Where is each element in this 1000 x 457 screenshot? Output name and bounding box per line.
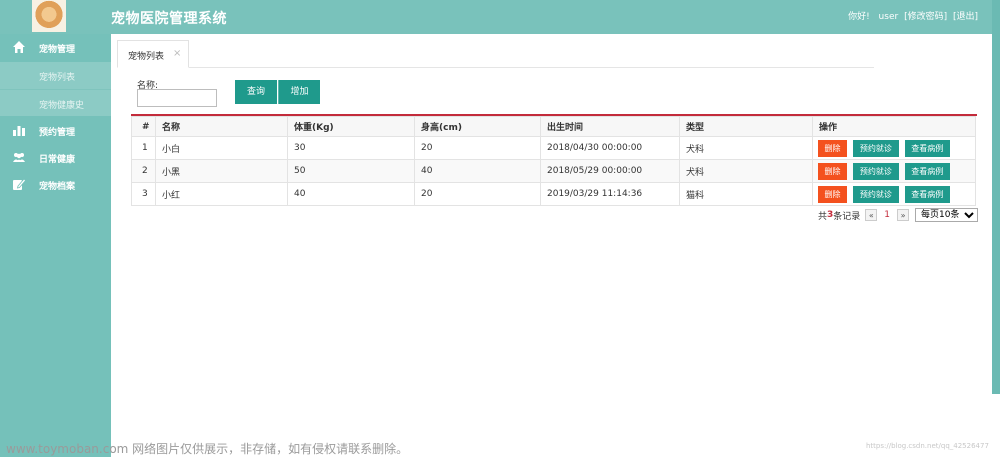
column-header: 类型 (679, 116, 813, 137)
cell-birth-time: 2019/03/29 11:14:36 (540, 182, 680, 206)
table-header-row: # 名称 体重(Kg) 身高(cm) 出生时间 类型 操作 (131, 116, 976, 137)
scrollbar[interactable] (992, 0, 1000, 394)
sidebar-item-label: 宠物档案 (39, 182, 76, 192)
home-icon (12, 40, 26, 54)
cell-birth-time: 2018/04/30 00:00:00 (540, 136, 680, 160)
total-prefix: 共 (818, 211, 828, 222)
view-cases-button[interactable]: 查看病例 (904, 185, 950, 203)
logout-link[interactable]: [退出] (953, 12, 978, 22)
sidebar-item-pet-health-history[interactable]: 宠物健康史 (0, 89, 111, 116)
pet-table: # 名称 体重(Kg) 身高(cm) 出生时间 类型 操作 1 小白 30 20… (131, 114, 977, 206)
cell-index: 2 (131, 159, 156, 183)
cell-index: 1 (131, 136, 156, 160)
next-page-button[interactable]: » (897, 209, 910, 221)
query-button[interactable]: 查询 (235, 80, 277, 104)
column-header: 出生时间 (540, 116, 680, 137)
avatar (32, 0, 66, 32)
delete-button[interactable]: 删除 (818, 185, 847, 203)
view-cases-button[interactable]: 查看病例 (904, 162, 950, 180)
table-row: 1 小白 30 20 2018/04/30 00:00:00 犬科 删除 预约就… (131, 136, 976, 160)
sidebar-item-label: 预约管理 (39, 128, 76, 138)
sidebar-item-label: 宠物列表 (39, 73, 76, 83)
username-text: user (878, 12, 899, 22)
pagination: 共 3 条记录 « 1 » 每页10条 (818, 208, 979, 222)
prev-page-button[interactable]: « (865, 209, 878, 221)
table-row: 3 小红 40 20 2019/03/29 11:14:36 猫科 删除 预约就… (131, 182, 976, 206)
sidebar-item-pet-list[interactable]: 宠物列表 (0, 62, 111, 89)
sidebar-item-pet-management[interactable]: 宠物管理 (0, 34, 111, 62)
tab-pet-list[interactable]: 宠物列表 × (117, 40, 189, 68)
app-title: 宠物医院管理系统 (111, 11, 227, 27)
cell-name: 小红 (155, 182, 288, 206)
sidebar-item-pet-records[interactable]: 宠物档案 (0, 171, 111, 198)
change-password-link[interactable]: [修改密码] (904, 12, 947, 22)
sidebar-item-appointment-management[interactable]: 预约管理 (0, 117, 111, 144)
bar-chart-icon (12, 123, 26, 137)
page-size-select[interactable]: 每页10条 (915, 208, 979, 222)
appointment-button[interactable]: 预约就诊 (852, 185, 899, 203)
tab-label: 宠物列表 (128, 52, 165, 62)
delete-button[interactable]: 删除 (818, 162, 847, 180)
cell-height: 20 (414, 182, 541, 206)
cell-actions: 删除 预约就诊 查看病例 (812, 159, 976, 183)
cell-weight: 50 (287, 159, 415, 183)
delete-button[interactable]: 删除 (818, 139, 847, 157)
column-header: # (131, 116, 156, 137)
cell-weight: 30 (287, 136, 415, 160)
table-row: 2 小黑 50 40 2018/05/29 00:00:00 犬科 删除 预约就… (131, 159, 976, 183)
column-header: 操作 (812, 116, 976, 137)
users-icon (12, 150, 26, 164)
user-bar: 你好! user [修改密码] [退出] (845, 9, 978, 22)
edit-icon (12, 177, 27, 191)
appointment-button[interactable]: 预约就诊 (852, 162, 899, 180)
sidebar: 宠物管理 宠物列表 宠物健康史 预约管理 日常健康 宠物档案 (0, 34, 111, 457)
cell-weight: 40 (287, 182, 415, 206)
current-page[interactable]: 1 (884, 210, 890, 220)
cell-birth-time: 2018/05/29 00:00:00 (540, 159, 680, 183)
cell-height: 20 (414, 136, 541, 160)
watermark-url: https://blog.csdn.net/qq_42526477 (866, 442, 989, 450)
greeting-text: 你好! (848, 12, 870, 22)
top-header: 宠物医院管理系统 你好! user [修改密码] [退出] (0, 0, 992, 34)
close-icon[interactable]: × (173, 48, 181, 59)
sidebar-item-label: 日常健康 (39, 155, 76, 165)
column-header: 体重(Kg) (287, 116, 415, 137)
tab-bar: 宠物列表 × (117, 40, 874, 68)
total-suffix: 条记录 (833, 211, 861, 222)
column-header: 身高(cm) (414, 116, 541, 137)
cell-type: 犬科 (679, 159, 813, 183)
cell-type: 犬科 (679, 136, 813, 160)
cell-actions: 删除 预约就诊 查看病例 (812, 136, 976, 160)
column-header: 名称 (155, 116, 288, 137)
cell-height: 40 (414, 159, 541, 183)
app-window: 宠物医院管理系统 你好! user [修改密码] [退出] 宠物管理 宠物列表 … (0, 0, 1000, 457)
watermark-text: www.toymoban.com 网络图片仅供展示，非存储，如有侵权请联系删除。 (6, 442, 409, 456)
appointment-button[interactable]: 预约就诊 (852, 139, 899, 157)
add-button[interactable]: 增加 (278, 80, 320, 104)
cell-index: 3 (131, 182, 156, 206)
sidebar-item-daily-health[interactable]: 日常健康 (0, 144, 111, 171)
cell-actions: 删除 预约就诊 查看病例 (812, 182, 976, 206)
view-cases-button[interactable]: 查看病例 (904, 139, 950, 157)
sidebar-item-label: 宠物管理 (39, 45, 76, 55)
cell-name: 小黑 (155, 159, 288, 183)
name-search-input[interactable] (137, 89, 217, 107)
sidebar-item-label: 宠物健康史 (39, 101, 85, 111)
cell-name: 小白 (155, 136, 288, 160)
cell-type: 猫科 (679, 182, 813, 206)
